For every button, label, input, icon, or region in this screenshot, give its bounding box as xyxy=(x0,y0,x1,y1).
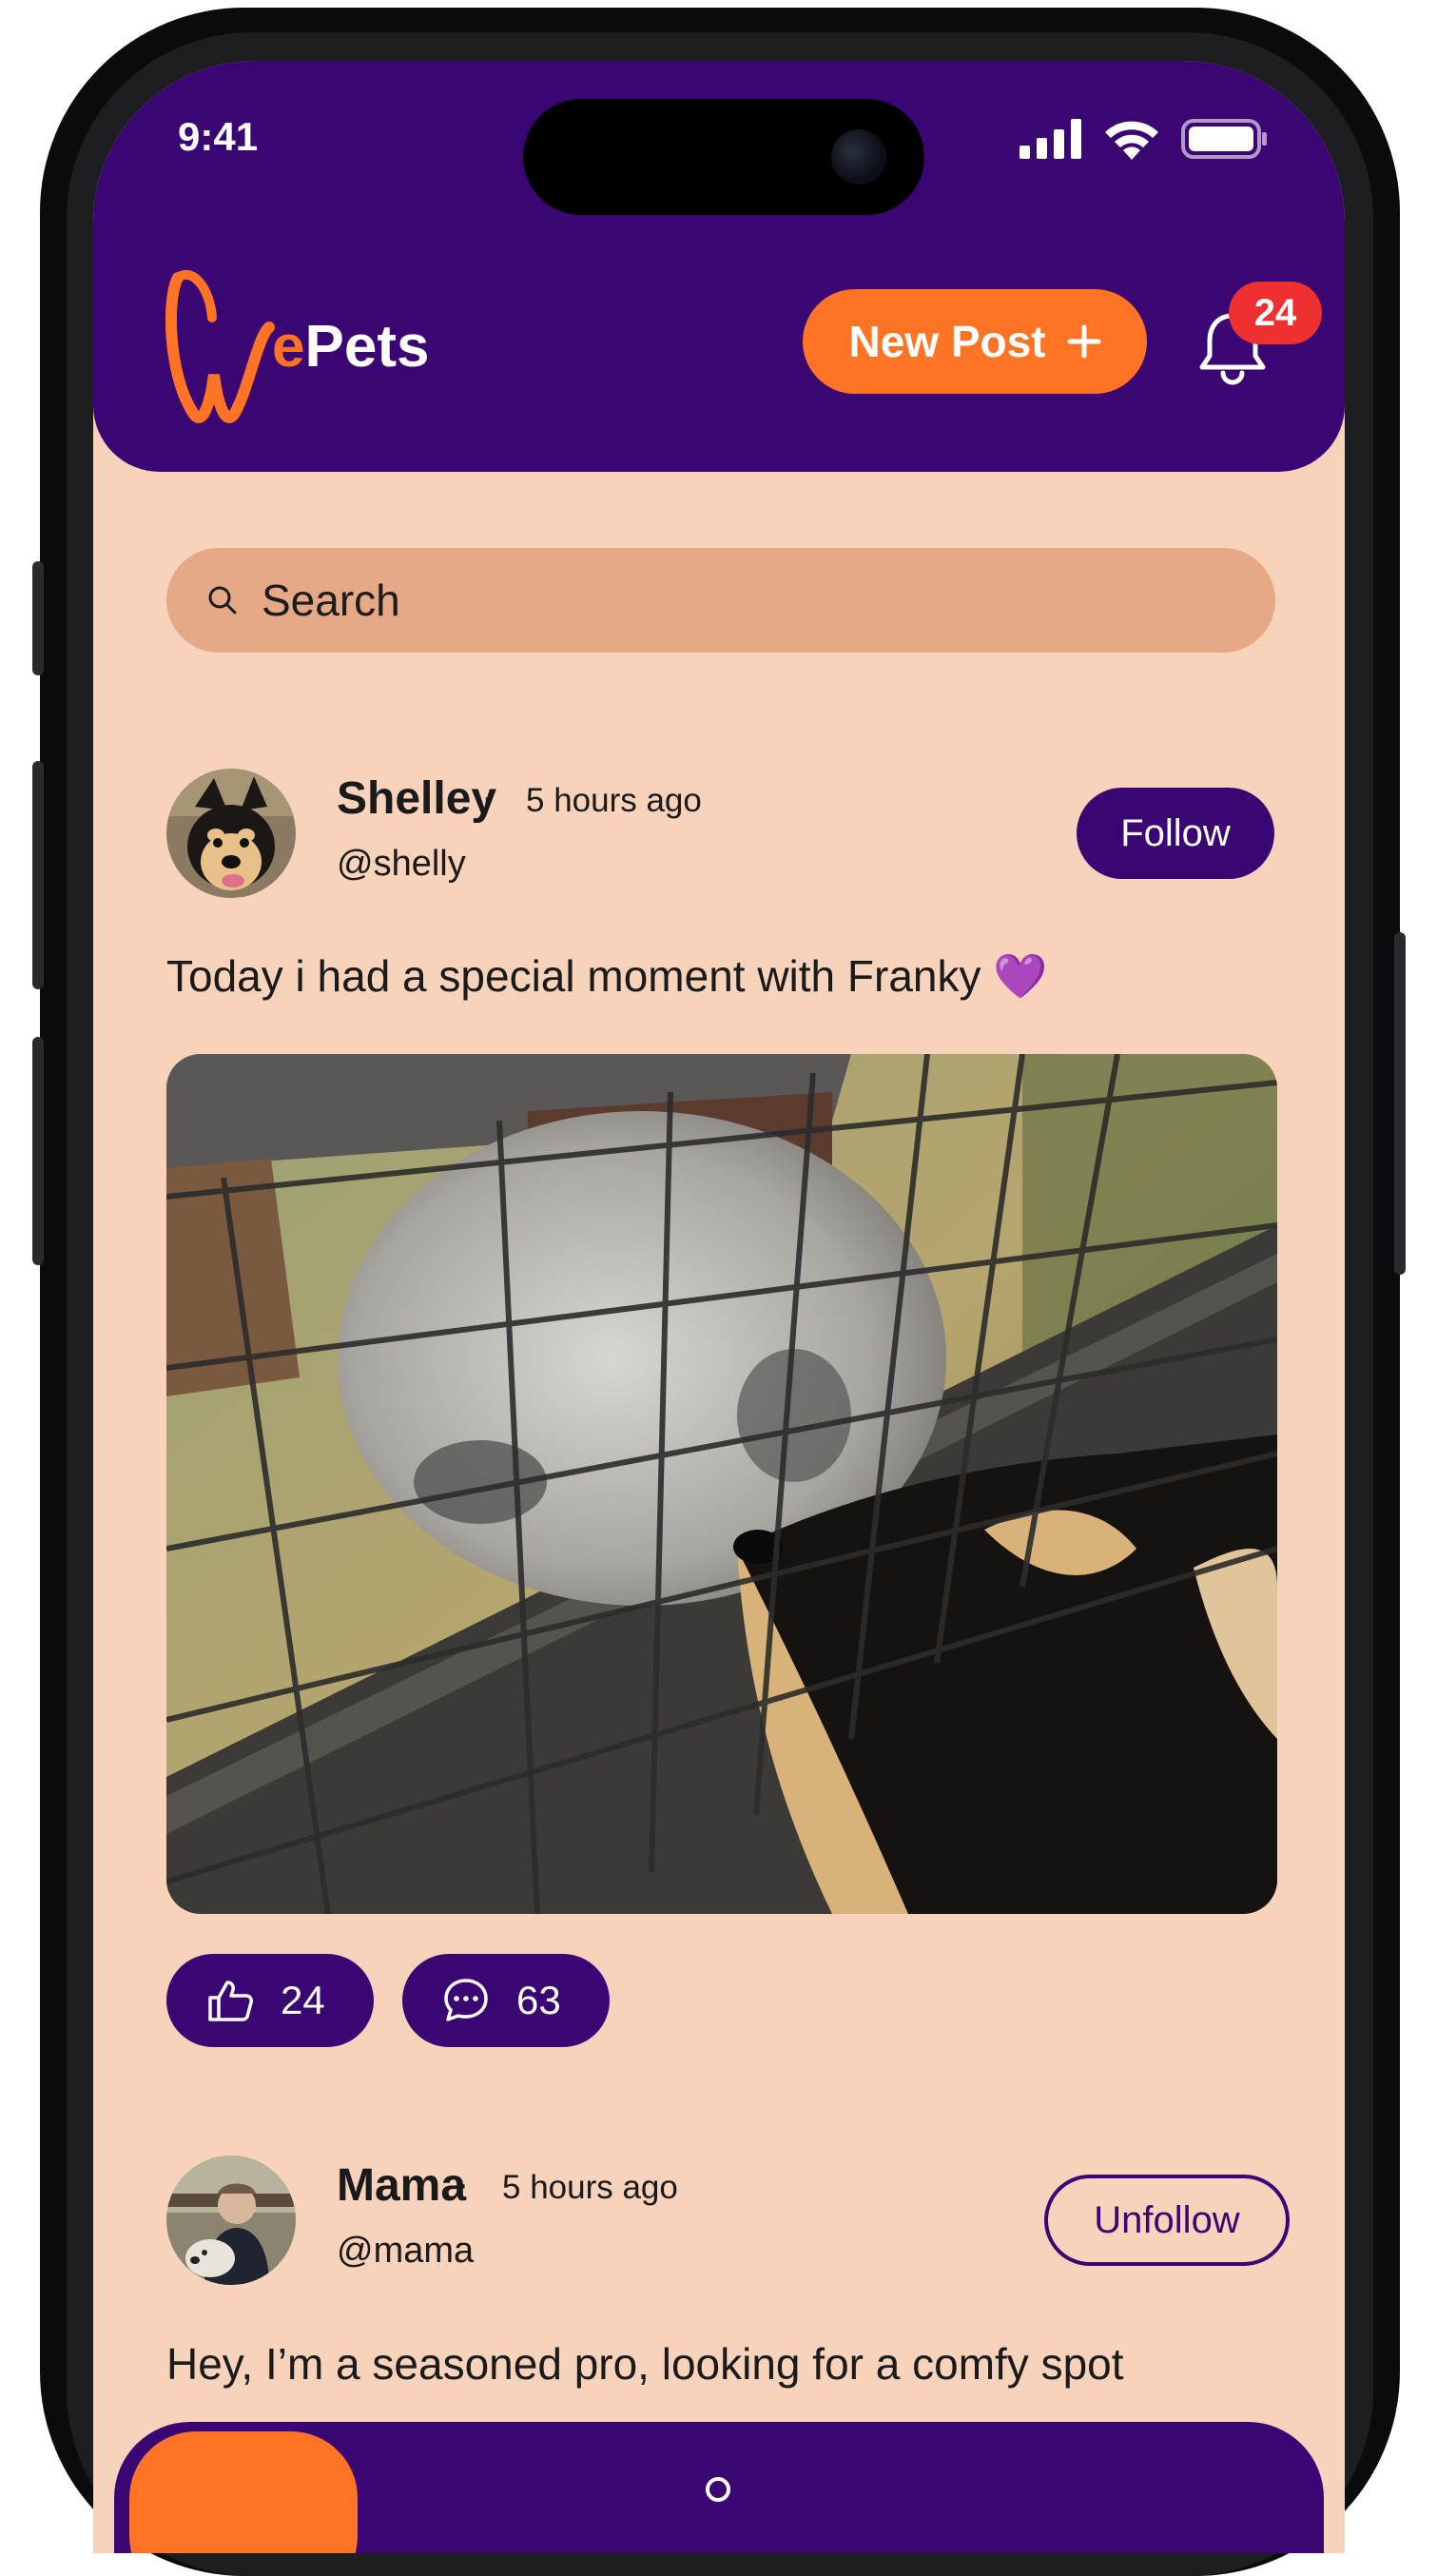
comment-button[interactable]: 63 xyxy=(402,1954,610,2047)
notification-badge[interactable]: 24 xyxy=(1229,282,1322,344)
status-icons xyxy=(1019,118,1269,160)
post-image[interactable] xyxy=(166,1054,1277,1914)
person-with-dog-avatar-image xyxy=(166,2156,296,2285)
unfollow-button[interactable]: Unfollow xyxy=(1044,2175,1290,2266)
post-author-handle[interactable]: @mama xyxy=(337,2231,474,2272)
logo-w-mark xyxy=(165,270,275,423)
post-author-name[interactable]: Shelley xyxy=(337,772,496,825)
search-input[interactable]: Search xyxy=(262,575,400,626)
post-author-name[interactable]: Mama xyxy=(337,2159,466,2212)
volume-down-button xyxy=(32,1037,44,1265)
camera-icon xyxy=(831,129,886,185)
plus-icon xyxy=(1067,324,1101,359)
search-icon[interactable] xyxy=(706,2477,730,2502)
wepets-logo[interactable]: ePets xyxy=(165,261,429,432)
post-text: Today i had a special moment with Franky… xyxy=(166,951,1048,1001)
battery-icon xyxy=(1181,119,1267,159)
wifi-icon xyxy=(1105,121,1158,160)
follow-button[interactable]: Follow xyxy=(1077,788,1274,879)
like-count: 24 xyxy=(281,1978,325,2022)
dynamic-island xyxy=(523,99,924,215)
separator-dot: · xyxy=(481,776,495,818)
comment-count: 63 xyxy=(516,1978,561,2022)
logo-text: ePets xyxy=(272,314,430,380)
new-post-label: New Post xyxy=(848,317,1046,366)
app-screen: 9:41 ePets New Post 24 Search Shelley · … xyxy=(93,61,1345,2553)
comment-icon xyxy=(444,1979,488,2021)
separator-dot: · xyxy=(456,2163,470,2205)
new-post-button[interactable]: New Post xyxy=(803,289,1147,394)
action-button xyxy=(32,561,44,675)
signal-icon xyxy=(1019,119,1081,159)
bottom-nav-home-tab[interactable] xyxy=(129,2431,358,2553)
avatar[interactable] xyxy=(166,2156,296,2285)
search-icon xyxy=(208,586,237,615)
like-button[interactable]: 24 xyxy=(166,1954,374,2047)
post-text: Hey, I’m a seasoned pro, looking for a c… xyxy=(166,2339,1124,2389)
post-author-handle[interactable]: @shelly xyxy=(337,844,466,885)
post-time: 5 hours ago xyxy=(502,2169,678,2206)
dog-avatar-image xyxy=(166,769,296,898)
horse-and-dog-photo xyxy=(166,1054,1277,1914)
search-bar[interactable]: Search xyxy=(166,548,1275,653)
app-header: 9:41 ePets New Post 24 xyxy=(93,61,1345,472)
avatar[interactable] xyxy=(166,769,296,898)
status-time: 9:41 xyxy=(178,114,259,159)
volume-up-button xyxy=(32,761,44,989)
thumbs-up-icon xyxy=(208,1981,253,2021)
post-time: 5 hours ago xyxy=(526,782,702,819)
power-button xyxy=(1394,932,1406,1275)
